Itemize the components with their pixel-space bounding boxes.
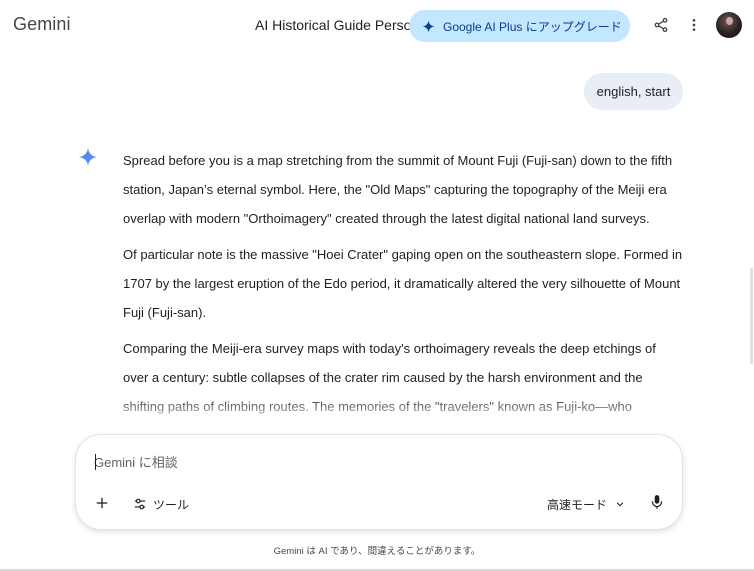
gemini-spark-icon bbox=[78, 147, 98, 167]
gemini-spark-icon bbox=[422, 20, 435, 32]
chevron-down-icon bbox=[616, 502, 624, 507]
response-paragraph: Comparing the Meiji-era survey maps with… bbox=[123, 341, 656, 414]
response-paragraph: Spread before you is a map stretching fr… bbox=[123, 153, 673, 226]
prompt-input[interactable] bbox=[94, 451, 654, 473]
mode-label: 高速モード bbox=[547, 497, 608, 512]
brand-name[interactable]: Gemini bbox=[13, 14, 71, 35]
user-message: english, start bbox=[584, 73, 683, 110]
prompt-composer: ツール 高速モード bbox=[75, 434, 683, 530]
microphone-button[interactable] bbox=[646, 490, 668, 514]
plus-icon bbox=[96, 497, 108, 509]
ai-disclaimer: Gemini は AI であり、間違えることがあります。 bbox=[273, 546, 481, 557]
tools-label: ツール bbox=[153, 497, 190, 512]
add-attachment-button[interactable] bbox=[91, 492, 113, 514]
share-icon bbox=[654, 17, 668, 33]
upgrade-label: Google AI Plus にアップグレード bbox=[443, 19, 622, 34]
share-button[interactable] bbox=[649, 13, 673, 37]
scrollbar-thumb[interactable] bbox=[750, 268, 753, 364]
text-cursor bbox=[95, 454, 96, 470]
conversation-title[interactable]: AI Historical Guide Persona bbox=[255, 17, 415, 33]
account-avatar[interactable] bbox=[716, 12, 742, 38]
mic-icon bbox=[651, 495, 663, 509]
tools-button[interactable]: ツール bbox=[133, 493, 189, 515]
scrollbar[interactable] bbox=[748, 52, 754, 432]
more-vert-icon bbox=[692, 19, 696, 31]
top-bar: Gemini AI Historical Guide Persona Googl… bbox=[0, 0, 754, 52]
tools-icon bbox=[134, 498, 146, 510]
model-response: Spread before you is a map stretching fr… bbox=[123, 146, 683, 438]
upgrade-button[interactable]: Google AI Plus にアップグレード bbox=[409, 10, 630, 42]
mode-selector[interactable]: 高速モード bbox=[547, 493, 625, 515]
response-paragraph: Of particular note is the massive "Hoei … bbox=[123, 247, 683, 320]
more-options-button[interactable] bbox=[682, 13, 706, 37]
